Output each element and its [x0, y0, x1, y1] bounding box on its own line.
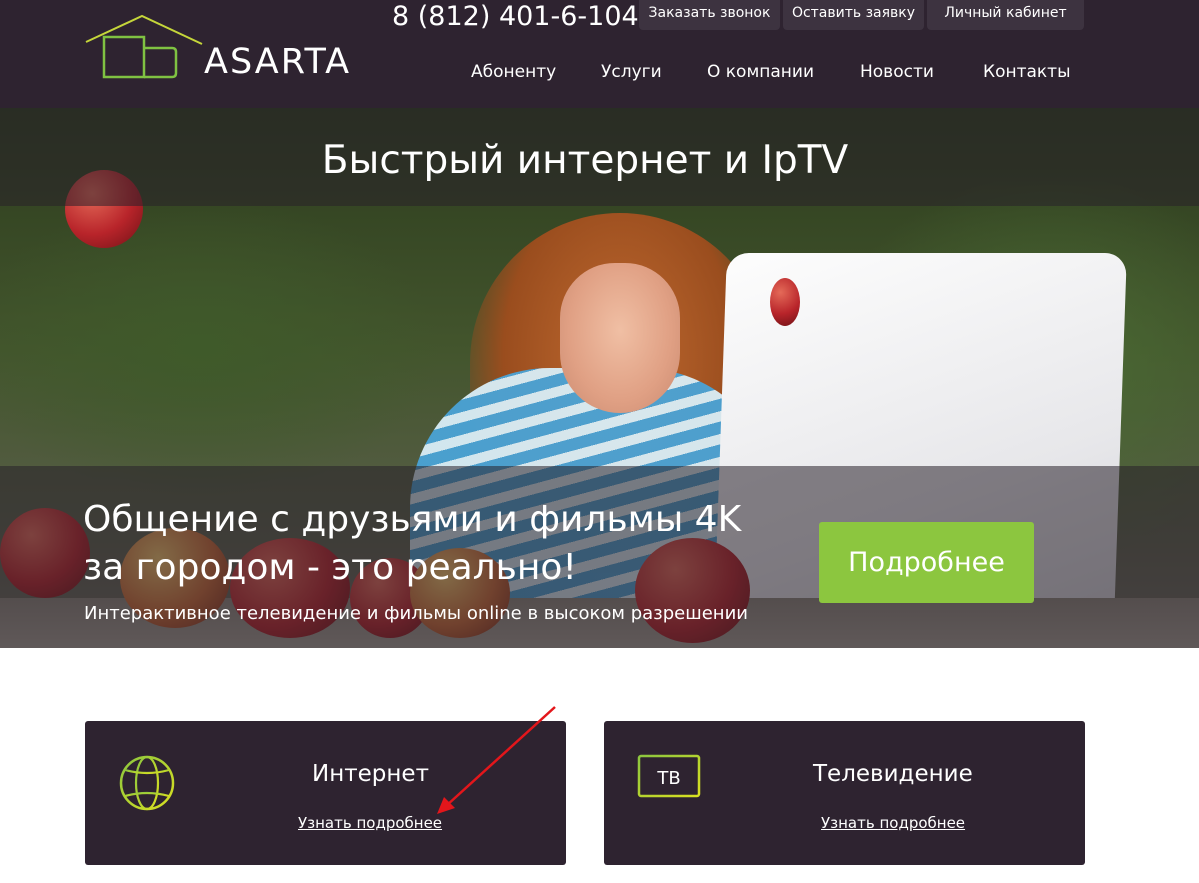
- nav-contacts[interactable]: Контакты: [983, 62, 1071, 82]
- hero-headline: Общение с друзьями и фильмы 4K за городо…: [83, 496, 783, 592]
- nav-about[interactable]: О компании: [707, 62, 814, 82]
- hero-subtitle: Интерактивное телевидение и фильмы onlin…: [84, 603, 748, 624]
- tv-icon-text: ТВ: [656, 768, 680, 789]
- hero-title: Быстрый интернет и IpTV: [321, 138, 849, 183]
- house-logo-icon: [85, 14, 203, 79]
- tv-learn-more-link[interactable]: Узнать подробнее: [821, 814, 965, 832]
- site-header: ASARTA 8 (812) 401-6-104 Заказать звонок…: [0, 0, 1199, 108]
- tv-card[interactable]: ТВ Телевидение Узнать подробнее: [604, 721, 1085, 865]
- internet-card-title: Интернет: [312, 761, 429, 787]
- phone-number[interactable]: 8 (812) 401-6-104: [392, 0, 639, 34]
- hero-photo-face: [560, 263, 680, 413]
- order-call-button[interactable]: Заказать звонок: [639, 0, 780, 30]
- nav-news[interactable]: Новости: [860, 62, 934, 82]
- leave-request-button[interactable]: Оставить заявку: [783, 0, 924, 30]
- asarta-logo[interactable]: ASARTA: [84, 14, 354, 84]
- hero-banner: Быстрый интернет и IpTV Общение с друзья…: [0, 108, 1199, 648]
- logo-text: ASARTA: [204, 42, 352, 82]
- hero-more-button[interactable]: Подробнее: [819, 522, 1034, 603]
- nav-services[interactable]: Услуги: [601, 62, 662, 82]
- globe-icon: [119, 755, 175, 811]
- hero-photo-apple: [770, 278, 800, 326]
- internet-card[interactable]: Интернет Узнать подробнее: [85, 721, 566, 865]
- hero-headline-line1: Общение с друзьями и фильмы 4K: [83, 499, 742, 540]
- internet-learn-more-link[interactable]: Узнать подробнее: [298, 814, 442, 832]
- hero-headline-line2: за городом - это реально!: [83, 547, 577, 588]
- tv-icon: ТВ: [637, 754, 701, 808]
- personal-account-button[interactable]: Личный кабинет: [927, 0, 1084, 30]
- tv-card-title: Телевидение: [813, 761, 973, 787]
- nav-subscriber[interactable]: Абоненту: [471, 62, 556, 82]
